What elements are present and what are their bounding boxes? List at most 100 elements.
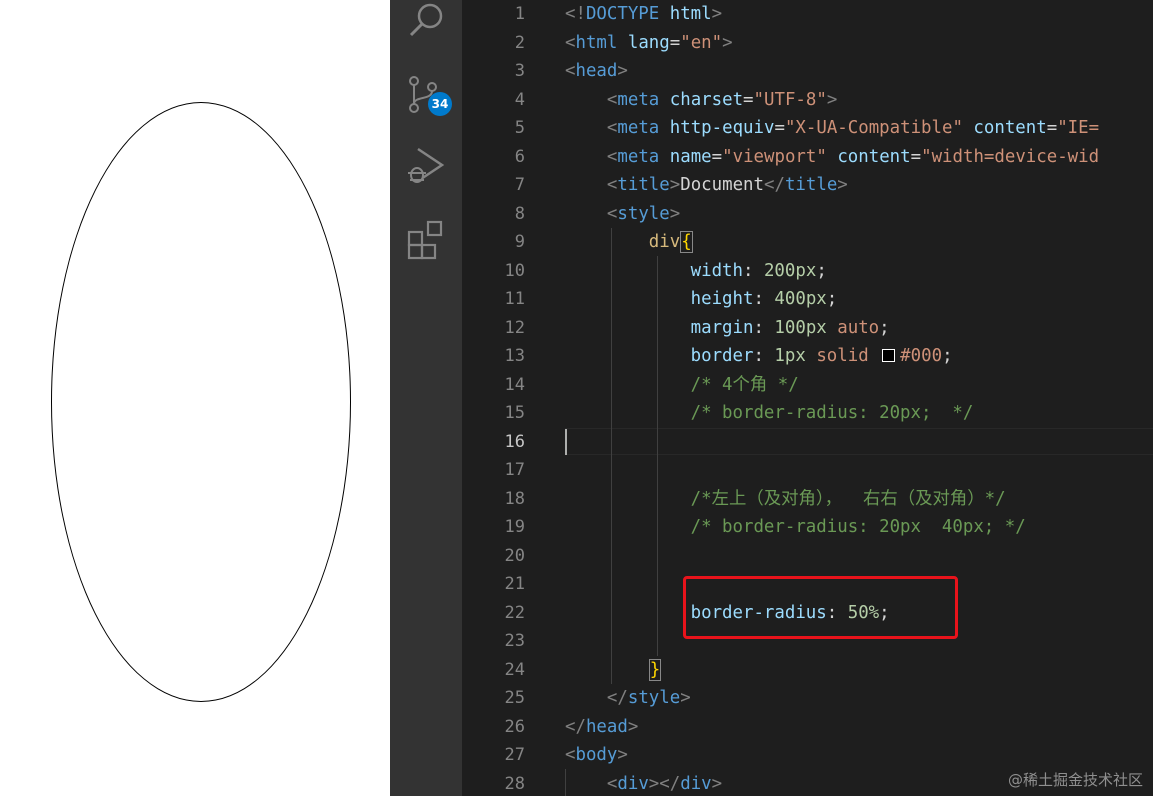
code-text: <meta charset="UTF-8">: [565, 86, 837, 115]
activity-bar: 34: [390, 0, 462, 796]
code-token: div: [680, 773, 712, 794]
code-line[interactable]: 9 div{: [462, 228, 1153, 257]
line-number: 16: [504, 431, 525, 452]
code-token: meta: [617, 118, 660, 138]
code-token: <: [606, 146, 618, 167]
line-number: 15: [504, 403, 525, 423]
code-line[interactable]: 7 <title>Document</title>: [462, 171, 1153, 200]
code-token: >: [669, 203, 681, 224]
code-line[interactable]: 20: [462, 542, 1153, 571]
line-number: 19: [504, 517, 525, 537]
code-line[interactable]: 1 <!DOCTYPE html>: [462, 0, 1153, 29]
code-line[interactable]: 19 /* border-radius: 20px 40px; */: [462, 513, 1153, 542]
browser-preview: [0, 0, 390, 796]
code-line[interactable]: 6 <meta name="viewport" content="width=d…: [462, 143, 1153, 172]
code-token: >: [627, 716, 639, 737]
code-text: }: [565, 656, 662, 685]
line-number: 1: [514, 4, 525, 24]
code-text: <html lang="en">: [565, 29, 733, 58]
code-line[interactable]: 14 /* 4个角 */: [462, 371, 1153, 400]
code-line[interactable]: 18 /*左上（及对角）， 右右（及对角）*/: [462, 485, 1153, 514]
line-number: 6: [514, 146, 525, 167]
code-line[interactable]: 15 /* border-radius: 20px; */: [462, 399, 1153, 428]
line-number: 23: [504, 631, 525, 651]
line-number: 28: [504, 773, 525, 794]
code-editor[interactable]: 1 <!DOCTYPE html> 2 <html lang="en"> 3 <head>…: [462, 0, 1153, 796]
code-line[interactable]: 27 <body>: [462, 741, 1153, 770]
code-line[interactable]: 11 height: 400px;: [462, 285, 1153, 314]
code-token: ></: [648, 773, 681, 794]
line-number: 21: [504, 574, 525, 594]
code-text: margin: 100px auto;: [565, 314, 890, 343]
code-text: /* border-radius: 20px 40px; */: [565, 513, 1026, 542]
code-line[interactable]: 24 }: [462, 656, 1153, 685]
code-line[interactable]: 26 </head>: [462, 713, 1153, 742]
code-token: html: [575, 32, 618, 53]
code-token: content: [837, 146, 911, 167]
code-line[interactable]: 13 border: 1px solid #000;: [462, 342, 1153, 371]
code-line[interactable]: 16: [462, 428, 1153, 457]
code-token: <: [606, 773, 618, 794]
code-text: <style>: [565, 200, 680, 229]
code-text: height: 400px;: [565, 285, 838, 314]
code-token: <: [606, 89, 618, 110]
code-token: lang: [627, 32, 670, 53]
code-line[interactable]: 10 width: 200px;: [462, 257, 1153, 286]
code-token: "UTF-8": [753, 89, 827, 110]
code-token: <: [565, 32, 576, 53]
code-token: 400px: [774, 289, 827, 309]
line-number: 9: [514, 232, 525, 252]
code-token: "IE=: [1057, 118, 1100, 138]
code-token: html: [669, 4, 712, 24]
code-line[interactable]: 12 margin: 100px auto;: [462, 314, 1153, 343]
code-token: <!: [565, 4, 586, 24]
code-text: /*左上（及对角）， 右右（及对角）*/: [565, 485, 1006, 514]
code-token: style: [617, 203, 670, 224]
code-line[interactable]: 3 <head>: [462, 57, 1153, 86]
code-line[interactable]: 17: [462, 456, 1153, 485]
source-control-icon[interactable]: 34: [402, 72, 452, 120]
code-token: "en": [680, 32, 723, 53]
color-swatch[interactable]: [882, 349, 896, 362]
code-token: =: [1046, 118, 1058, 138]
code-text: <meta http-equiv="X-UA-Compatible" conte…: [565, 114, 1099, 143]
code-line[interactable]: 2 <html lang="en">: [462, 29, 1153, 58]
code-token: "width=device-wid: [921, 146, 1100, 167]
code-text: width: 200px;: [565, 257, 827, 286]
code-line[interactable]: 25 </style>: [462, 684, 1153, 713]
code-token: </: [763, 175, 785, 195]
extensions-icon[interactable]: [402, 215, 450, 263]
code-line[interactable]: 4 <meta charset="UTF-8">: [462, 86, 1153, 115]
code-token: 200px: [763, 260, 817, 281]
code-token: {: [680, 231, 693, 253]
code-text: /* 4个角 */: [565, 371, 799, 400]
search-icon[interactable]: [402, 0, 450, 48]
run-debug-icon[interactable]: [402, 143, 450, 191]
code-token: solid: [816, 346, 869, 366]
code-text: /* border-radius: 20px; */: [565, 399, 974, 428]
code-token: <: [606, 118, 618, 138]
line-number: 2: [514, 32, 525, 53]
code-token: name: [669, 146, 712, 167]
line-number: 10: [504, 260, 525, 281]
watermark: @稀土掘金技术社区: [1007, 771, 1143, 789]
code-line[interactable]: 5 <meta http-equiv="X-UA-Compatible" con…: [462, 114, 1153, 143]
code-token: meta: [617, 89, 660, 110]
line-number: 18: [504, 488, 525, 509]
code-token: =: [669, 32, 681, 53]
code-token: body: [575, 745, 618, 765]
line-number: 5: [514, 118, 525, 138]
code-token: ;: [942, 346, 953, 366]
code-line[interactable]: 8 <style>: [462, 200, 1153, 229]
code-text: </style>: [565, 684, 691, 713]
code-text: div{: [565, 228, 693, 257]
